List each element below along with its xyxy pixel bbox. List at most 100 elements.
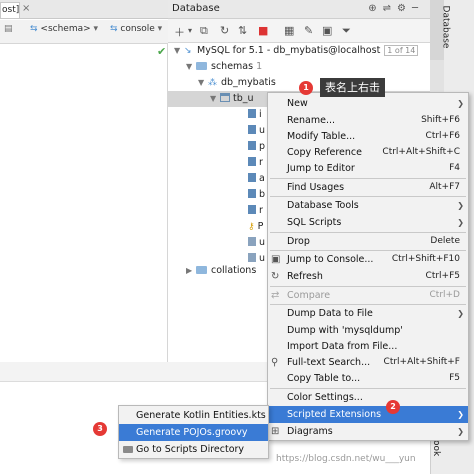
column-row[interactable]: r bbox=[248, 203, 263, 219]
edit-icon[interactable]: ✎ bbox=[304, 24, 313, 37]
menu-item-compare[interactable]: ⇄ Compare Ctrl+D bbox=[268, 287, 468, 304]
editor-tab[interactable]: ost] bbox=[0, 2, 20, 18]
menu-item-diagrams[interactable]: ⊞ Diagrams ❯ bbox=[268, 423, 468, 440]
chevron-down-icon[interactable]: ▾ bbox=[188, 26, 192, 35]
column-icon bbox=[248, 189, 256, 198]
column-icon bbox=[248, 125, 256, 134]
add-icon[interactable]: ＋ bbox=[174, 24, 185, 40]
menu-label: SQL Scripts bbox=[287, 217, 342, 228]
schema-select[interactable]: ⇆ <schema> ▾ bbox=[30, 24, 98, 34]
menu-item-refresh[interactable]: ↻ Refresh Ctrl+F5 bbox=[268, 268, 468, 285]
database-header: Database ⊕⇌⚙─ bbox=[168, 0, 430, 19]
menu-item-copy-table[interactable]: Copy Table to... F5 bbox=[268, 370, 468, 387]
menu-item-database-tools[interactable]: Database Tools ❯ bbox=[268, 197, 468, 214]
header-icons: ⊕⇌⚙─ bbox=[368, 3, 424, 14]
step-badge: 2 bbox=[386, 400, 400, 414]
column-name: i bbox=[259, 109, 262, 120]
compare-icon: ⇄ bbox=[271, 290, 280, 301]
column-row[interactable]: b bbox=[248, 187, 265, 203]
column-row[interactable]: p bbox=[248, 139, 265, 155]
column-row[interactable]: i bbox=[248, 107, 262, 123]
table-name: tb_u bbox=[233, 93, 254, 104]
chevron-right-icon: ❯ bbox=[457, 218, 464, 227]
minimize-icon[interactable]: ─ bbox=[412, 3, 424, 14]
console-select-label: console bbox=[120, 24, 155, 34]
filter-icon[interactable]: ⏷ bbox=[342, 24, 351, 38]
close-icon[interactable]: × bbox=[22, 3, 30, 14]
submenu-item-generate-pojos[interactable]: Generate POJOs.groovy bbox=[119, 424, 268, 441]
menu-label: Scripted Extensions bbox=[287, 409, 382, 420]
menu-item-rename[interactable]: Rename... Shift+F6 bbox=[268, 112, 468, 129]
tree-row-schemas[interactable]: ▼ schemas 1 bbox=[186, 59, 262, 75]
schemas-count: 1 bbox=[256, 61, 263, 72]
index-icon bbox=[248, 237, 256, 246]
chevron-down-icon: ▼ bbox=[186, 62, 193, 71]
menu-item-jump-to-console[interactable]: ▣ Jump to Console... Ctrl+Shift+F10 bbox=[268, 251, 468, 268]
stop-icon[interactable]: ■ bbox=[258, 24, 268, 37]
menu-shortcut: Ctrl+Alt+Shift+C bbox=[382, 147, 460, 157]
column-row[interactable]: a bbox=[248, 171, 265, 187]
folder-icon bbox=[196, 62, 207, 70]
copy-icon[interactable]: ⧉ bbox=[200, 24, 208, 38]
database-name: db_mybatis bbox=[221, 77, 276, 88]
split-icon[interactable]: ⇌ bbox=[383, 3, 397, 14]
menu-item-copy-reference[interactable]: Copy Reference Ctrl+Alt+Shift+C bbox=[268, 144, 468, 161]
column-row[interactable]: r bbox=[248, 155, 263, 171]
sync-icon[interactable]: ⇅ bbox=[238, 24, 247, 37]
sql-editor[interactable] bbox=[0, 44, 168, 362]
menu-shortcut: F4 bbox=[449, 163, 460, 173]
menu-item-modify-table[interactable]: Modify Table... Ctrl+F6 bbox=[268, 128, 468, 145]
menu-label: Drop bbox=[287, 236, 310, 247]
index-name: u bbox=[259, 237, 266, 248]
column-row[interactable]: u bbox=[248, 123, 265, 139]
menu-item-jump-to-editor[interactable]: Jump to Editor F4 bbox=[268, 160, 468, 177]
menu-label: New bbox=[287, 98, 308, 109]
key-row[interactable]: ⚷ P bbox=[248, 219, 263, 235]
gear-icon[interactable]: ⚙ bbox=[397, 3, 412, 14]
menu-item-drop[interactable]: Drop Delete bbox=[268, 233, 468, 250]
menu-item-full-text-search[interactable]: ⚲ Full-text Search... Ctrl+Alt+Shift+F bbox=[268, 354, 468, 371]
menu-item-mysqldump[interactable]: Dump with 'mysqldump' bbox=[268, 322, 468, 339]
console-icon: ▣ bbox=[271, 254, 281, 265]
target-icon[interactable]: ⊕ bbox=[368, 3, 382, 14]
menu-shortcut: Ctrl+D bbox=[429, 290, 461, 300]
key-name: P bbox=[257, 221, 264, 232]
menu-item-import-data[interactable]: Import Data from File... bbox=[268, 338, 468, 355]
column-icon bbox=[248, 109, 256, 118]
column-name: b bbox=[259, 189, 266, 200]
console-select[interactable]: ⇆ console ▾ bbox=[110, 24, 162, 34]
menu-item-new[interactable]: New ❯ bbox=[268, 95, 468, 112]
table-icon[interactable]: ▦ bbox=[284, 24, 294, 37]
run-icon[interactable]: ▤ bbox=[4, 24, 13, 34]
tree-row-collations[interactable]: ▶ collations bbox=[186, 263, 256, 279]
submenu-item-kotlin-entities[interactable]: Generate Kotlin Entities.kts bbox=[119, 407, 268, 424]
menu-shortcut: Shift+F6 bbox=[421, 115, 460, 125]
tree-row-database[interactable]: ▼ ⁂ db_mybatis bbox=[198, 75, 276, 91]
menu-item-color-settings[interactable]: Color Settings... bbox=[268, 389, 468, 406]
chevron-right-icon: ❯ bbox=[457, 427, 464, 436]
menu-label: Compare bbox=[287, 290, 331, 301]
menu-label: Modify Table... bbox=[287, 131, 356, 142]
tree-row-datasource[interactable]: ▼ ↘ MySQL for 5.1 - db_mybatis@localhost 1 … bbox=[174, 43, 419, 59]
refresh-icon[interactable]: ↻ bbox=[220, 24, 229, 37]
schema-icon: ⁂ bbox=[208, 78, 217, 88]
column-name: a bbox=[259, 173, 265, 184]
menu-item-scripted-extensions[interactable]: Scripted Extensions ❯ bbox=[268, 406, 468, 423]
submenu-item-scripts-directory[interactable]: Go to Scripts Directory bbox=[119, 441, 268, 458]
menu-label: Jump to Editor bbox=[287, 163, 355, 174]
scripted-extensions-submenu: Generate Kotlin Entities.kts Generate PO… bbox=[118, 405, 269, 459]
menu-item-dump-data[interactable]: Dump Data to File ❯ bbox=[268, 305, 468, 322]
column-name: u bbox=[259, 125, 266, 136]
index-row[interactable]: u bbox=[248, 235, 265, 251]
menu-label: Refresh bbox=[287, 271, 323, 282]
database-side-label: Database bbox=[440, 5, 451, 49]
menu-item-find-usages[interactable]: Find Usages Alt+F7 bbox=[268, 179, 468, 196]
chevron-down-icon: ▼ bbox=[210, 94, 217, 103]
database-toolbar: ＋ ▾ ⧉ ↻ ⇅ ■ ▦ ✎ ▣ ⏷ bbox=[168, 19, 430, 43]
console-icon[interactable]: ▣ bbox=[322, 24, 332, 37]
schema-select-label: <schema> bbox=[40, 24, 91, 34]
database-title: Database bbox=[172, 3, 220, 14]
menu-item-sql-scripts[interactable]: SQL Scripts ❯ bbox=[268, 214, 468, 231]
column-icon bbox=[248, 157, 256, 166]
chevron-down-icon: ▼ bbox=[198, 78, 205, 87]
